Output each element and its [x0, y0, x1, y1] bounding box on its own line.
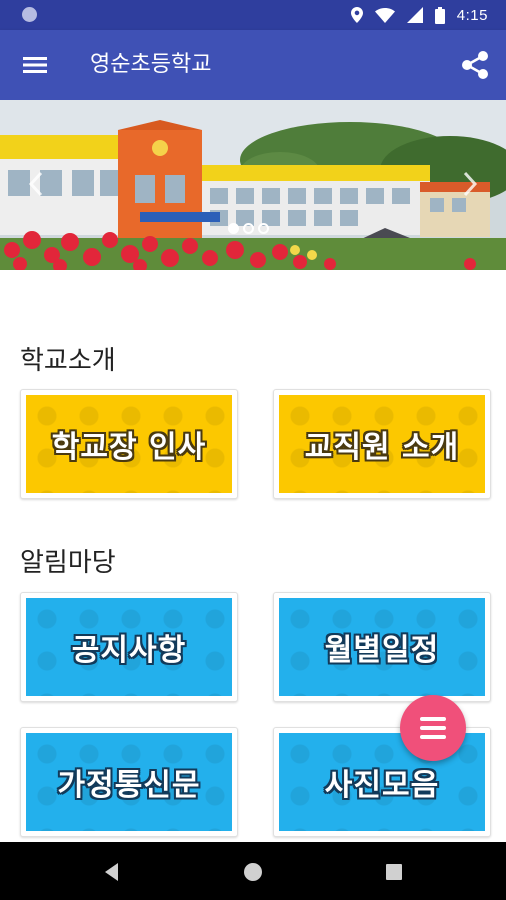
tile-label: 가정통신문	[57, 768, 201, 803]
recents-icon[interactable]	[382, 860, 406, 884]
section-title-school-intro: 학교소개	[20, 346, 116, 376]
share-icon[interactable]	[458, 48, 492, 82]
slide-dot[interactable]	[258, 223, 269, 234]
slide-dot[interactable]	[243, 223, 254, 234]
battery-icon	[434, 6, 445, 24]
slide-dot[interactable]	[228, 223, 239, 234]
tile-home-letters[interactable]: 가정통신문	[20, 727, 238, 837]
location-icon	[350, 7, 363, 23]
tile-staff-intro[interactable]: 교직원 소개	[273, 389, 491, 499]
tile-background: 교직원 소개	[279, 395, 485, 493]
tile-announcements[interactable]: 공지사항	[20, 592, 238, 702]
tile-label: 학교장 인사	[51, 430, 207, 465]
app-title: 영순초등학교	[90, 52, 212, 77]
home-icon[interactable]	[241, 860, 265, 884]
tile-label: 교직원 소개	[304, 430, 460, 465]
back-icon[interactable]	[100, 860, 124, 884]
status-icons: 4:15	[350, 0, 488, 30]
tile-principal-greeting[interactable]: 학교장 인사	[20, 389, 238, 499]
status-bar: 4:15	[0, 0, 506, 30]
tile-label: 사진모음	[324, 768, 440, 803]
slide-indicator	[228, 223, 269, 234]
tile-background: 가정통신문	[26, 733, 232, 831]
wifi-icon	[374, 7, 395, 23]
hamburger-menu-icon[interactable]	[20, 50, 50, 80]
chevron-left-icon[interactable]	[26, 170, 46, 198]
tile-monthly-schedule[interactable]: 월별일정	[273, 592, 491, 702]
notification-dot-icon	[22, 7, 37, 22]
floating-menu-button[interactable]	[400, 695, 466, 761]
section-title-notices: 알림마당	[20, 548, 116, 578]
clock-time: 4:15	[456, 6, 488, 24]
tile-background: 공지사항	[26, 598, 232, 696]
school-building-image	[0, 100, 506, 270]
system-nav-bar	[0, 842, 506, 900]
tile-label: 월별일정	[324, 633, 440, 668]
signal-icon	[406, 7, 423, 23]
school-photo-banner[interactable]	[0, 100, 506, 270]
tile-label: 공지사항	[71, 633, 187, 668]
chevron-right-icon[interactable]	[460, 170, 480, 198]
app-bar: 영순초등학교	[0, 30, 506, 100]
tile-background: 월별일정	[279, 598, 485, 696]
menu-lines-icon	[420, 717, 446, 739]
tile-background: 학교장 인사	[26, 395, 232, 493]
